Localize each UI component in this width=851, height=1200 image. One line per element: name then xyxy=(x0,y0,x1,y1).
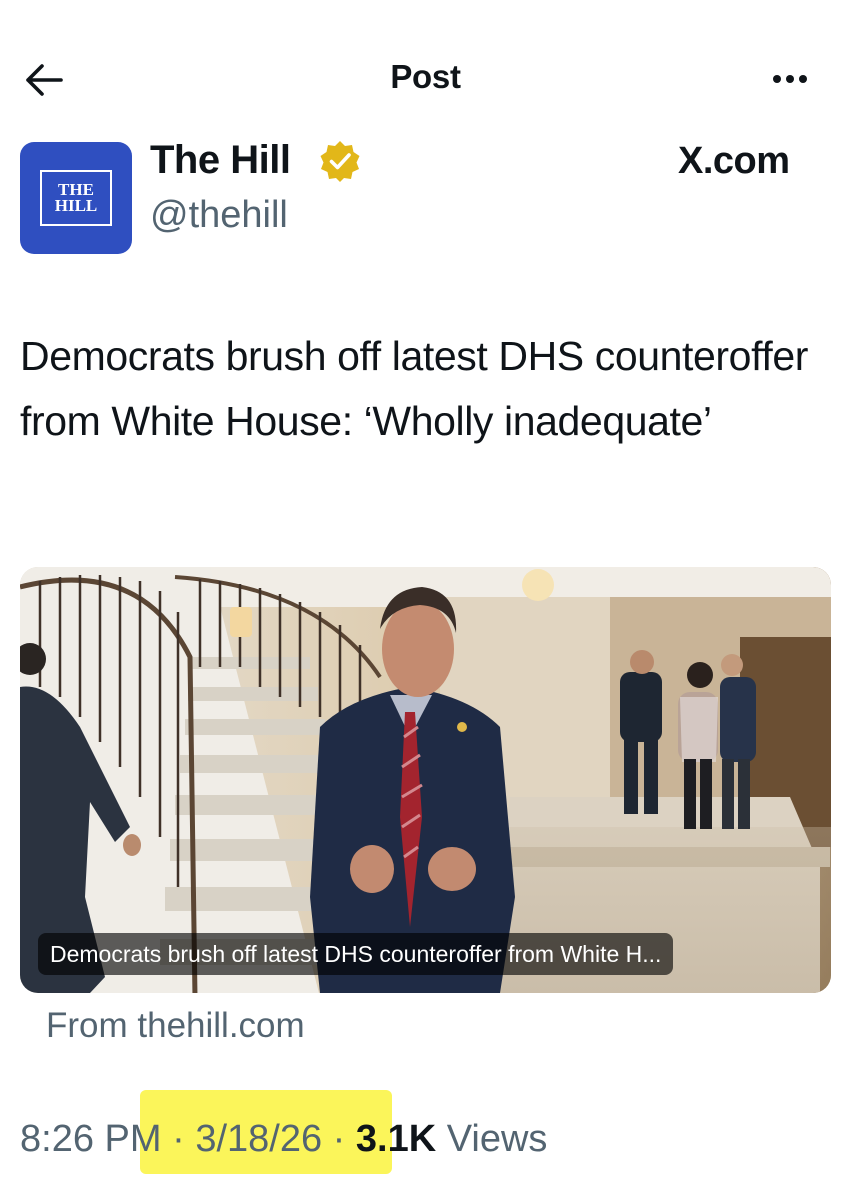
more-dot xyxy=(786,75,794,83)
post-time[interactable]: 8:26 PM xyxy=(20,1118,162,1161)
arrow-left-icon xyxy=(26,64,63,96)
meta-separator: · xyxy=(161,1117,196,1160)
views-label: Views xyxy=(436,1117,548,1160)
link-card-image xyxy=(20,567,831,993)
x-com-watermark: X.com xyxy=(678,140,790,182)
author-handle[interactable]: @thehill xyxy=(150,194,288,237)
more-options-button[interactable] xyxy=(764,62,816,96)
back-button[interactable] xyxy=(22,60,66,100)
meta-separator: · xyxy=(322,1117,356,1160)
link-card-source[interactable]: From thehill.com xyxy=(46,1006,305,1046)
author-avatar[interactable]: THE HILL xyxy=(20,142,132,254)
avatar-logo-line2: HILL xyxy=(54,196,98,215)
more-dot xyxy=(799,75,807,83)
more-horizontal-icon xyxy=(773,75,781,83)
author-name[interactable]: The Hill xyxy=(150,138,291,183)
link-card-caption[interactable]: Democrats brush off latest DHS counterof… xyxy=(38,933,674,975)
the-hill-logo: THE HILL xyxy=(40,170,112,226)
top-bar: Post xyxy=(0,0,851,150)
post-metadata: 8:26 PM · 3/18/26 · 3.1K Views xyxy=(20,1112,547,1166)
page-title: Post xyxy=(390,58,461,95)
link-card[interactable] xyxy=(20,567,831,993)
views-count[interactable]: 3.1K xyxy=(356,1118,436,1161)
verified-badge-icon[interactable] xyxy=(318,139,362,183)
post-date[interactable]: 3/18/26 xyxy=(195,1118,322,1161)
post-text: Democrats brush off latest DHS counterof… xyxy=(20,333,808,444)
